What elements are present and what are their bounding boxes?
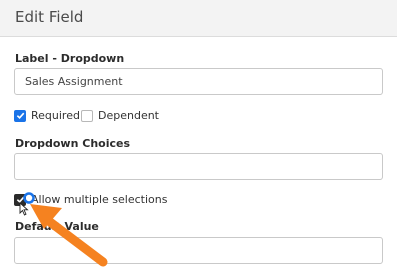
dropdown-choices-input[interactable] xyxy=(14,153,383,180)
allow-multiple-label: Allow multiple selections xyxy=(31,193,168,206)
allow-multiple-checkbox[interactable] xyxy=(14,193,26,206)
dependent-label: Dependent xyxy=(98,109,159,122)
allow-multiple-option[interactable]: Allow multiple selections xyxy=(14,193,167,206)
dialog-header: Edit Field xyxy=(0,0,397,37)
default-value-input[interactable] xyxy=(14,237,383,264)
dialog-title: Edit Field xyxy=(15,8,84,26)
label-input[interactable] xyxy=(14,68,383,95)
label-field-label: Label - Dropdown xyxy=(15,52,125,65)
required-checkbox[interactable] xyxy=(14,109,26,122)
dependent-option[interactable]: Dependent xyxy=(81,109,159,122)
required-label: Required xyxy=(31,109,80,122)
dependent-checkbox[interactable] xyxy=(81,109,93,122)
default-value-label: Default Value xyxy=(15,220,99,233)
dropdown-choices-label: Dropdown Choices xyxy=(15,137,131,150)
check-icon xyxy=(16,112,24,120)
check-icon xyxy=(16,196,24,204)
required-option[interactable]: Required xyxy=(14,109,80,122)
